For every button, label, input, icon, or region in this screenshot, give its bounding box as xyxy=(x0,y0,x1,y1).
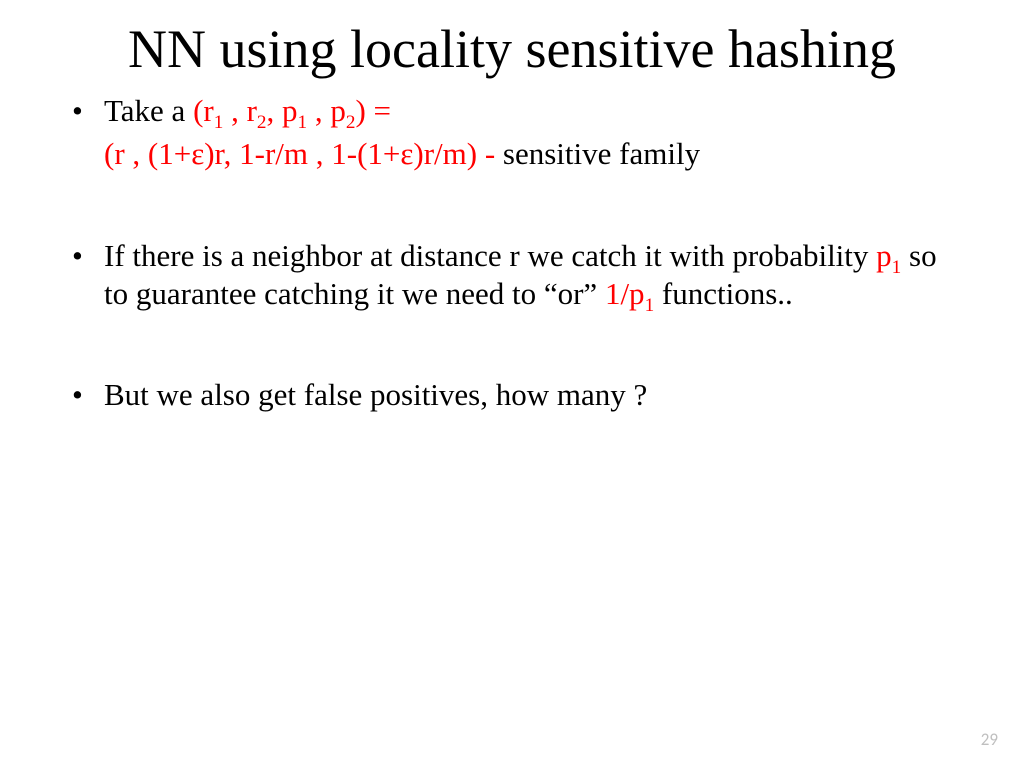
text: sensitive family xyxy=(503,136,700,171)
t: , p xyxy=(307,93,346,128)
bullet-item-3: But we also get false positives, how man… xyxy=(60,376,964,415)
text: functions.. xyxy=(654,276,793,311)
slide: NN using locality sensitive hashing Take… xyxy=(0,0,1024,768)
sub: 1 xyxy=(645,296,655,317)
t: 1/p xyxy=(605,276,645,311)
tuple-red: (r1 , r2, p1 , p2) = xyxy=(193,93,391,128)
slide-content: Take a (r1 , r2, p1 , p2) = (r , (1+ε)r,… xyxy=(0,80,1024,415)
sub: 1 xyxy=(214,112,224,133)
bullet-item-1: Take a (r1 , r2, p1 , p2) = xyxy=(60,92,964,131)
page-number: 29 xyxy=(981,729,998,750)
one-over-p1: 1/p1 xyxy=(605,276,654,311)
text: Take a xyxy=(104,93,193,128)
t: , p xyxy=(267,93,298,128)
text: But we also get false positives, how man… xyxy=(104,377,647,412)
sub: 1 xyxy=(892,257,902,278)
p1: p1 xyxy=(876,238,901,273)
t: (r xyxy=(193,93,214,128)
tuple-expansion: (r , (1+ε)r, 1-r/m , 1-(1+ε)r/m) - xyxy=(104,136,503,171)
text: If there is a neighbor at distance r we … xyxy=(104,238,876,273)
bullet-item-2: If there is a neighbor at distance r we … xyxy=(60,237,964,315)
t: , r xyxy=(223,93,257,128)
t: p xyxy=(876,238,892,273)
t: ) = xyxy=(355,93,391,128)
sub: 2 xyxy=(257,112,267,133)
sub: 1 xyxy=(298,112,308,133)
bullet-1-continuation: (r , (1+ε)r, 1-r/m , 1-(1+ε)r/m) - sensi… xyxy=(60,133,964,175)
slide-title: NN using locality sensitive hashing xyxy=(0,0,1024,80)
